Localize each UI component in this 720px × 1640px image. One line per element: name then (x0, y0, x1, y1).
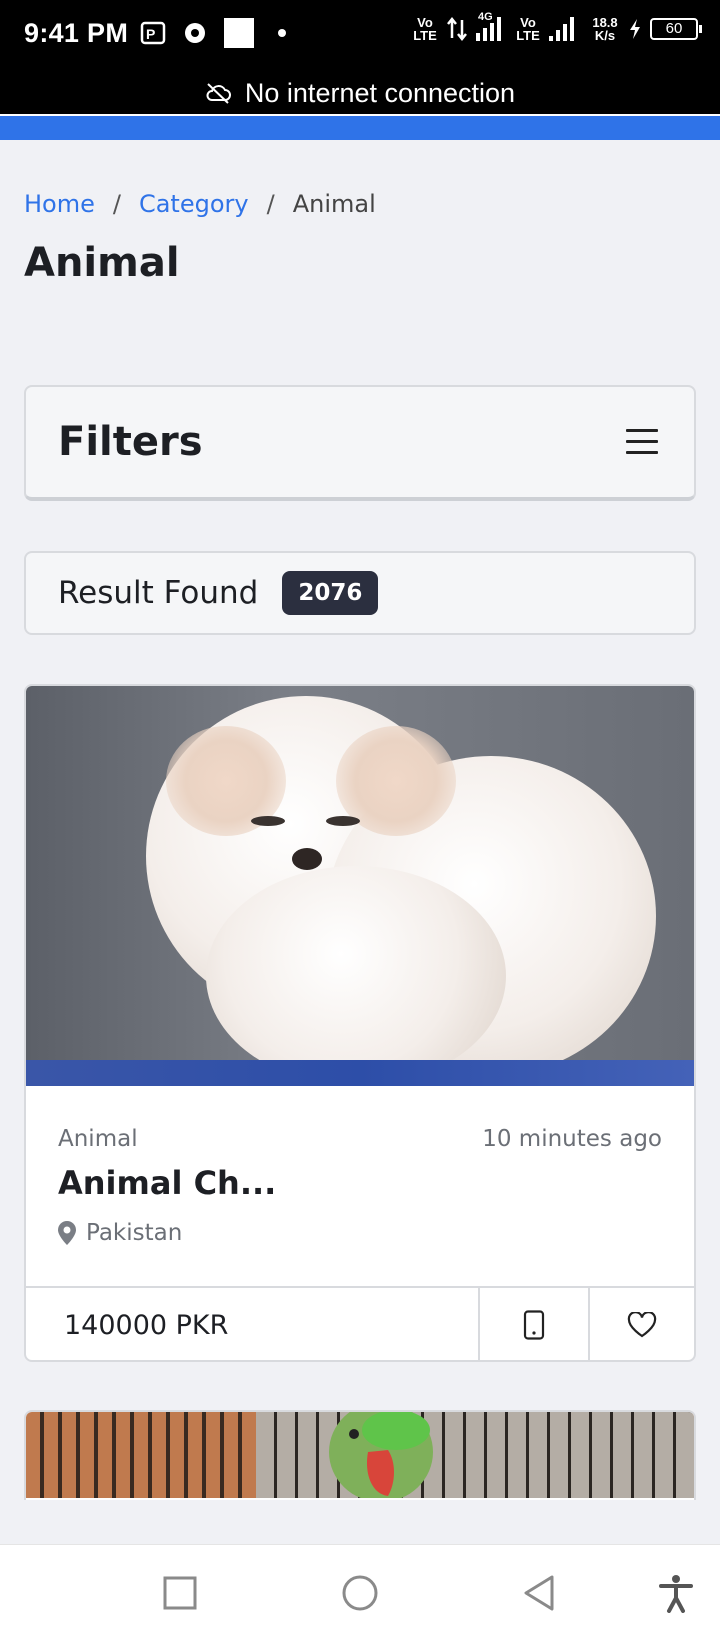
accessibility-icon[interactable] (656, 1573, 696, 1613)
status-time: 9:41 PM (24, 18, 129, 48)
breadcrumb-current: Animal (292, 190, 376, 218)
system-nav-bar (0, 1544, 720, 1640)
back-icon[interactable] (520, 1573, 560, 1613)
breadcrumb-separator: / (266, 190, 275, 218)
offline-text: No internet connection (244, 77, 516, 108)
data-arrows-icon (447, 16, 467, 42)
location-text: Pakistan (86, 1220, 183, 1246)
location-pin-icon (58, 1221, 76, 1245)
filters-panel[interactable]: Filters (24, 385, 696, 501)
offline-banner: No internet connection (0, 72, 720, 114)
listing-actions: 140000 PKR (26, 1286, 694, 1360)
status-bar: 9:41 PM P Vo LTE 4G Vo LTE 18.8 K/s 60 (0, 0, 720, 72)
dog-eye (251, 816, 285, 826)
favorite-button[interactable] (588, 1288, 694, 1360)
dog-eye (326, 816, 360, 826)
header-bar (0, 114, 720, 140)
battery-level: 60 (650, 18, 702, 40)
volte-label-2: Vo LTE (516, 15, 540, 43)
parrot-photo (329, 1412, 433, 1498)
notification-icons: P (140, 18, 286, 48)
home-icon[interactable] (340, 1573, 380, 1613)
volte-label-1: Vo LTE (413, 15, 437, 43)
breadcrumb-category[interactable]: Category (139, 190, 249, 218)
listing-time: 10 minutes ago (482, 1126, 662, 1152)
result-label: Result Found (58, 575, 259, 611)
menu-icon[interactable] (626, 429, 658, 455)
listing-photo[interactable] (26, 1412, 694, 1498)
call-button[interactable] (478, 1288, 588, 1360)
filters-label: Filters (58, 419, 203, 465)
breadcrumb: Home / Category / Animal (24, 190, 376, 218)
heart-icon (627, 1312, 657, 1338)
listing-price: 140000 PKR (64, 1309, 229, 1341)
signal-icon (549, 17, 574, 41)
listing-photo[interactable] (26, 686, 694, 1086)
breadcrumb-separator: / (112, 190, 121, 218)
listing-location: Pakistan (58, 1220, 182, 1246)
phone-icon (523, 1310, 545, 1340)
listing-card[interactable]: Animal 10 minutes ago Animal Ch... Pakis… (24, 684, 696, 1362)
listing-title[interactable]: Animal Ch... (58, 1164, 276, 1202)
result-count-badge: 2076 (282, 571, 379, 615)
charging-icon (630, 19, 640, 39)
listing-card[interactable] (24, 1410, 696, 1500)
page-title: Animal (24, 240, 180, 286)
dog-nose (292, 848, 322, 870)
network-speed: 18.8 K/s (592, 15, 618, 43)
parking-app-icon: P (140, 21, 166, 45)
more-notifications-icon (278, 29, 286, 37)
result-summary: Result Found 2076 (24, 551, 696, 635)
cloud-off-icon (206, 83, 231, 104)
listing-category: Animal (58, 1126, 138, 1152)
breadcrumb-home[interactable]: Home (24, 190, 95, 218)
recents-icon[interactable] (160, 1573, 200, 1613)
app-notification-icon (224, 18, 254, 48)
signal-4g-icon: 4G (476, 11, 501, 41)
sync-app-icon (185, 23, 205, 43)
system-icons: Vo LTE 4G Vo LTE 18.8 K/s 60 (412, 11, 702, 43)
svg-text:P: P (146, 26, 155, 42)
